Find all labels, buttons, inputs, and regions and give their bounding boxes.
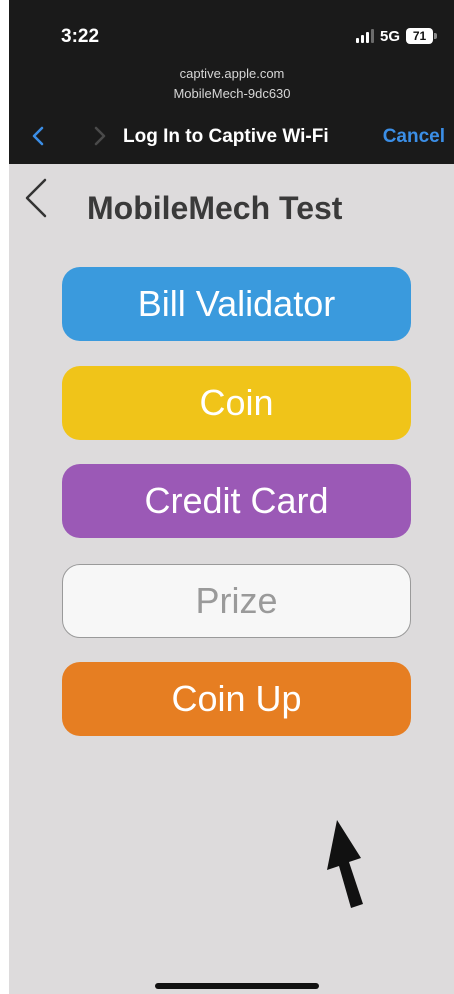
url-host: captive.apple.com xyxy=(179,66,285,81)
credit-card-button[interactable]: Credit Card xyxy=(62,464,411,538)
battery-tip xyxy=(434,33,437,39)
phone-screen: 3:22 5G 71 captive.apple.com MobileMech-… xyxy=(9,0,454,994)
browser-back-button[interactable] xyxy=(27,124,51,148)
bill-validator-button[interactable]: Bill Validator xyxy=(62,267,411,341)
signal-icon xyxy=(355,29,374,43)
cancel-button[interactable]: Cancel xyxy=(383,126,445,148)
browser-forward-button[interactable] xyxy=(87,124,111,148)
status-time: 3:22 xyxy=(61,26,100,47)
status-indicators: 5G 71 xyxy=(355,26,437,46)
chevron-left-icon xyxy=(32,126,44,146)
coin-up-button[interactable]: Coin Up xyxy=(62,662,411,736)
url-subtitle: MobileMech-9dc630 xyxy=(173,86,291,101)
battery-icon: 71 xyxy=(406,28,433,44)
arrow-up-icon xyxy=(327,820,363,908)
page-back-button[interactable] xyxy=(21,174,49,222)
coin-button[interactable]: Coin xyxy=(62,366,411,440)
network-type: 5G xyxy=(379,27,400,45)
home-indicator[interactable] xyxy=(155,983,319,989)
chevron-right-icon xyxy=(94,126,106,146)
chevron-left-icon xyxy=(25,178,47,218)
prize-button[interactable]: Prize xyxy=(62,564,411,638)
browser-title: Log In to Captive Wi-Fi xyxy=(123,126,329,147)
browser-header: 3:22 5G 71 captive.apple.com MobileMech-… xyxy=(9,0,454,164)
page-title: MobileMech Test xyxy=(87,190,343,226)
